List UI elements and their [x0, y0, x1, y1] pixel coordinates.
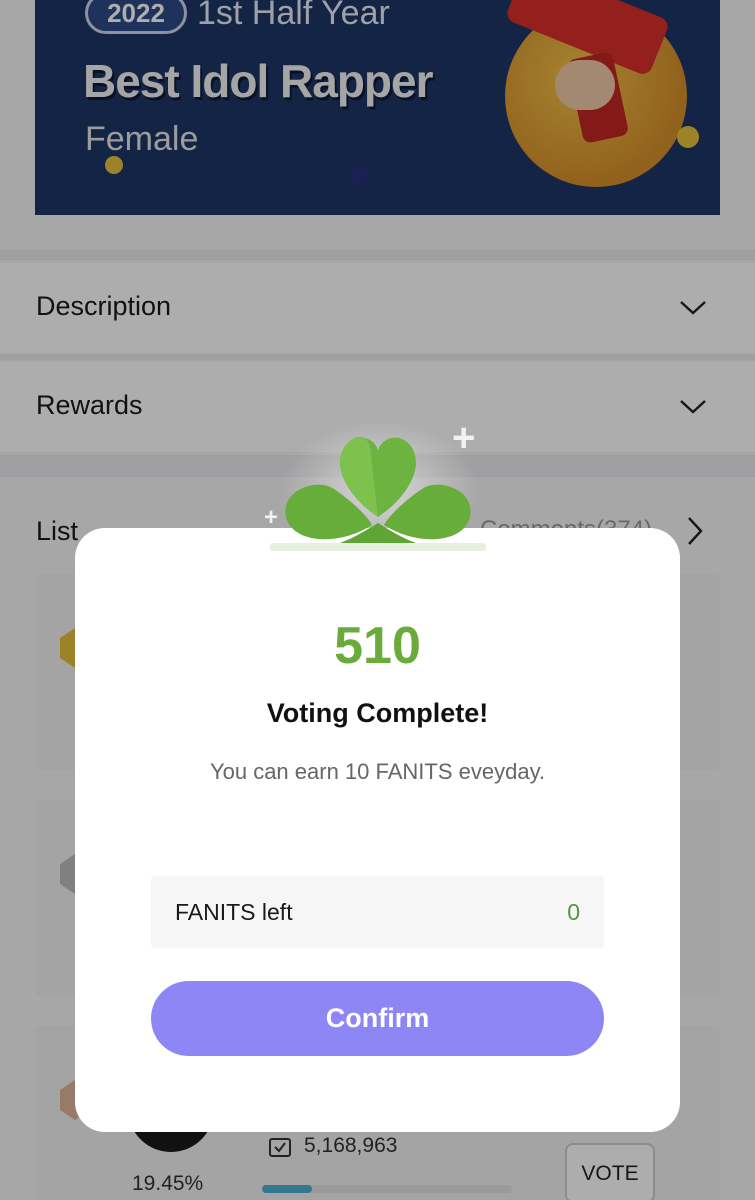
fanits-left-label: FANITS left	[175, 899, 293, 925]
sparkle-plus-icon: +	[452, 416, 476, 460]
fanits-left-value: 0	[567, 899, 580, 925]
voting-complete-dialog: 510 Voting Complete! You can earn 10 FAN…	[75, 528, 680, 1132]
vote-count-earned: 510	[334, 617, 421, 675]
dialog-description: You can earn 10 FANITS eveyday.	[209, 759, 546, 784]
sparkle-plus-icon: +	[264, 504, 279, 531]
confirm-button[interactable]: Confirm	[151, 981, 604, 1056]
fanits-left-row: FANITS left 0	[151, 876, 604, 948]
dialog-heading: Voting Complete!	[266, 698, 489, 728]
